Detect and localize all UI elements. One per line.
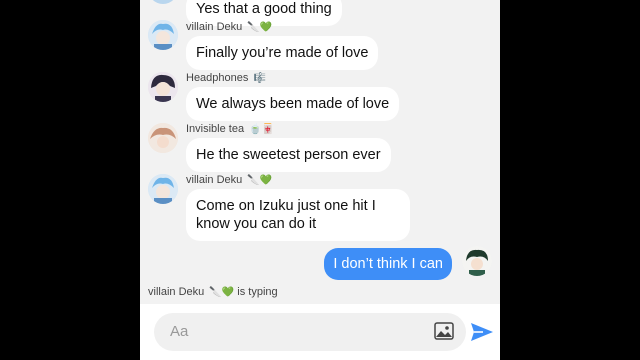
avatar-image — [148, 72, 178, 102]
avatar[interactable] — [148, 0, 178, 4]
message-bubble: He the sweetest person ever — [186, 138, 391, 172]
avatar-image — [148, 20, 178, 50]
avatar[interactable] — [148, 123, 178, 153]
sender-name: Headphones 🎼 — [186, 72, 266, 84]
avatar-image — [148, 123, 178, 153]
send-icon[interactable] — [470, 321, 494, 343]
sender-name: Invisible tea 🍵🀄 — [186, 123, 275, 135]
avatar-image — [462, 246, 492, 276]
typing-indicator: villain Deku 🔪💚 is typing — [148, 286, 278, 298]
message-input-placeholder: Aa — [170, 323, 189, 340]
composer-bar: Aa — [140, 304, 500, 360]
avatar-image — [148, 174, 178, 204]
message-bubble: Come on Izuku just one hit I know you ca… — [186, 189, 410, 241]
avatar[interactable] — [148, 72, 178, 102]
message-input[interactable]: Aa — [154, 313, 466, 351]
chat-screen: Yes that a good thing villain Deku 🔪💚 Fi… — [140, 0, 500, 360]
message-bubble: We always been made of love — [186, 87, 400, 121]
image-icon[interactable] — [434, 322, 454, 340]
sender-name: villain Deku 🔪💚 — [186, 174, 273, 186]
sender-name: villain Deku 🔪💚 — [186, 21, 273, 33]
my-avatar[interactable] — [462, 246, 492, 276]
avatar[interactable] — [148, 20, 178, 50]
avatar[interactable] — [148, 174, 178, 204]
outgoing-message-bubble: I don’t think I can — [324, 248, 452, 280]
message-bubble: Finally you’re made of love — [186, 36, 379, 70]
